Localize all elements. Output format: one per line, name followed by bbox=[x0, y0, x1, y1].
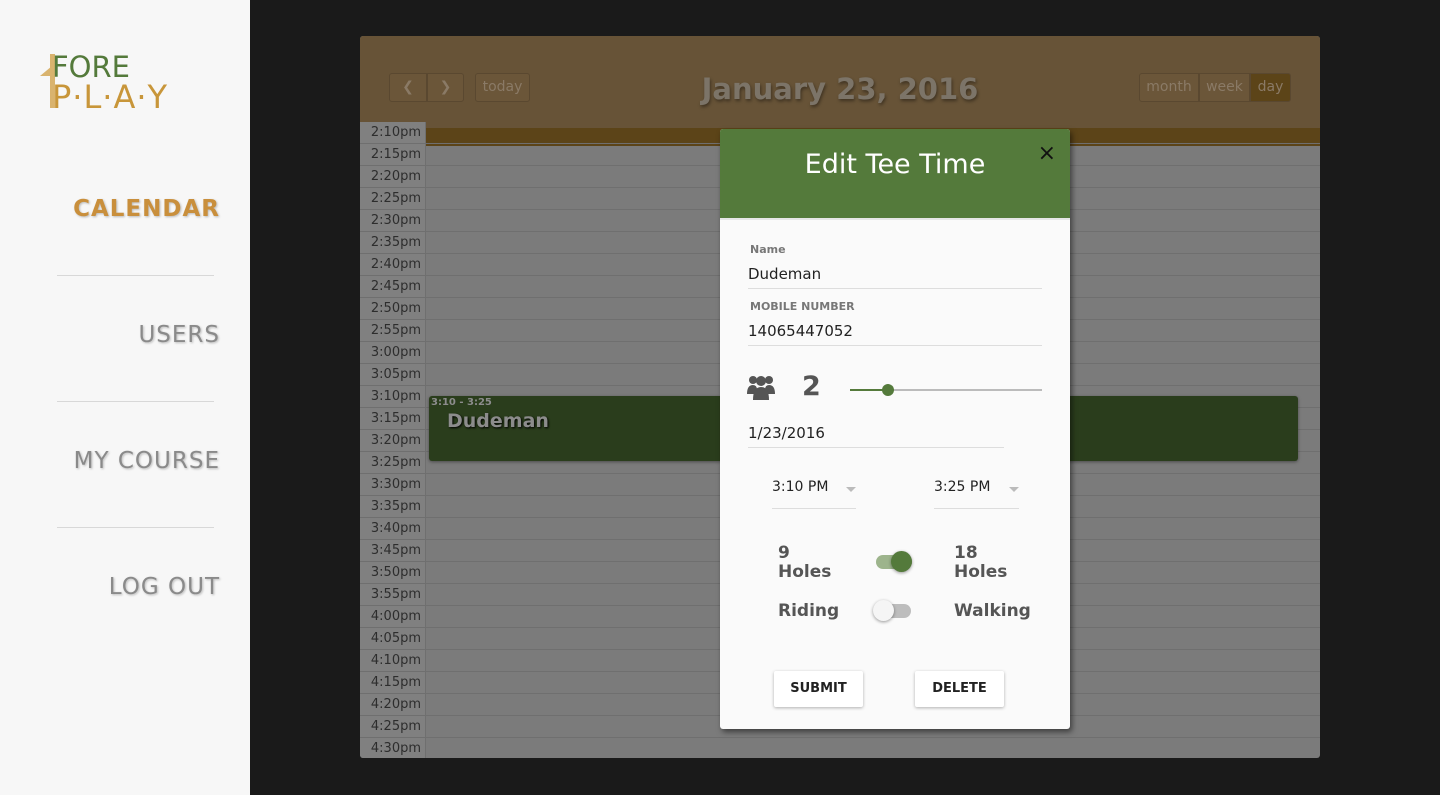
divider bbox=[57, 527, 214, 528]
time-label: 4:05pm bbox=[360, 628, 426, 649]
svg-text:P·L·A·Y: P·L·A·Y bbox=[52, 78, 168, 116]
modal-title: Edit Tee Time bbox=[720, 129, 1070, 220]
divider bbox=[57, 275, 214, 276]
event-time: 3:10 - 3:25 bbox=[431, 397, 492, 408]
player-count: 2 bbox=[802, 371, 821, 402]
time-label: 2:50pm bbox=[360, 298, 426, 319]
time-label: 3:20pm bbox=[360, 430, 426, 451]
view-month-button[interactable]: month bbox=[1139, 73, 1199, 102]
time-label: 2:35pm bbox=[360, 232, 426, 253]
time-label: 4:25pm bbox=[360, 716, 426, 737]
time-label: 3:10pm bbox=[360, 386, 426, 407]
foreplay-logo[interactable]: FORE P·L·A·Y bbox=[38, 46, 238, 116]
name-field[interactable]: Dudeman bbox=[748, 265, 1042, 289]
dropdown-arrow-icon bbox=[1009, 487, 1019, 492]
time-label: 3:05pm bbox=[360, 364, 426, 385]
event-name: Dudeman bbox=[447, 410, 549, 432]
time-label: 4:10pm bbox=[360, 650, 426, 671]
start-time-select[interactable]: 3:10 PM bbox=[772, 479, 856, 509]
mobile-field[interactable]: 14065447052 bbox=[748, 322, 1042, 346]
time-label: 2:20pm bbox=[360, 166, 426, 187]
slider-thumb[interactable] bbox=[882, 384, 894, 396]
time-label: 2:15pm bbox=[360, 144, 426, 165]
time-label: 4:00pm bbox=[360, 606, 426, 627]
players-slider[interactable] bbox=[850, 384, 1042, 396]
time-label: 2:55pm bbox=[360, 320, 426, 341]
submit-button[interactable]: SUBMIT bbox=[774, 671, 863, 707]
time-label: 3:50pm bbox=[360, 562, 426, 583]
riding-label: Riding bbox=[778, 601, 840, 621]
date-field[interactable]: 1/23/2016 bbox=[748, 424, 1004, 448]
close-icon[interactable]: × bbox=[1038, 141, 1056, 166]
time-label: 3:40pm bbox=[360, 518, 426, 539]
time-label: 3:55pm bbox=[360, 584, 426, 605]
dropdown-arrow-icon bbox=[846, 487, 856, 492]
nine-holes-label: 9 Holes bbox=[778, 543, 832, 582]
name-label: Name bbox=[750, 243, 786, 256]
nav-log-out[interactable]: LOG OUT bbox=[109, 574, 220, 600]
time-label: 3:35pm bbox=[360, 496, 426, 517]
view-day-button[interactable]: day bbox=[1250, 73, 1291, 102]
nav-calendar[interactable]: CALENDAR bbox=[73, 196, 220, 222]
time-label: 2:45pm bbox=[360, 276, 426, 297]
time-label: 3:00pm bbox=[360, 342, 426, 363]
time-label: 2:40pm bbox=[360, 254, 426, 275]
start-time-value: 3:10 PM bbox=[772, 479, 829, 495]
time-label: 4:15pm bbox=[360, 672, 426, 693]
group-icon bbox=[747, 376, 775, 400]
divider bbox=[57, 401, 214, 402]
edit-tee-time-modal: Edit Tee Time × Name Dudeman MOBILE NUMB… bbox=[720, 129, 1070, 729]
delete-button[interactable]: DELETE bbox=[915, 671, 1004, 707]
mobile-label: MOBILE NUMBER bbox=[750, 300, 855, 313]
time-label: 2:25pm bbox=[360, 188, 426, 209]
end-time-select[interactable]: 3:25 PM bbox=[934, 479, 1019, 509]
time-label: 3:15pm bbox=[360, 408, 426, 429]
end-time-value: 3:25 PM bbox=[934, 479, 991, 495]
holes-toggle[interactable] bbox=[876, 551, 912, 572]
walking-label: Walking bbox=[954, 601, 1031, 621]
riding-walking-toggle[interactable] bbox=[873, 600, 911, 621]
time-label: 4:30pm bbox=[360, 738, 426, 758]
time-label: 2:30pm bbox=[360, 210, 426, 231]
calendar-toolbar: ❮ ❯ today January 23, 2016 month week da… bbox=[360, 36, 1320, 128]
time-label: 3:30pm bbox=[360, 474, 426, 495]
time-label: 3:45pm bbox=[360, 540, 426, 561]
nav-users[interactable]: USERS bbox=[138, 322, 220, 348]
time-label: 4:20pm bbox=[360, 694, 426, 715]
time-label: 3:25pm bbox=[360, 452, 426, 473]
view-week-button[interactable]: week bbox=[1199, 73, 1250, 102]
sidebar: FORE P·L·A·Y CALENDAR USERS MY COURSE LO… bbox=[0, 0, 250, 795]
eighteen-holes-label: 18 Holes bbox=[954, 543, 1008, 582]
time-slot[interactable]: 4:30pm bbox=[360, 738, 1320, 758]
time-label: 2:10pm bbox=[360, 122, 426, 143]
nav-my-course[interactable]: MY COURSE bbox=[74, 448, 220, 474]
